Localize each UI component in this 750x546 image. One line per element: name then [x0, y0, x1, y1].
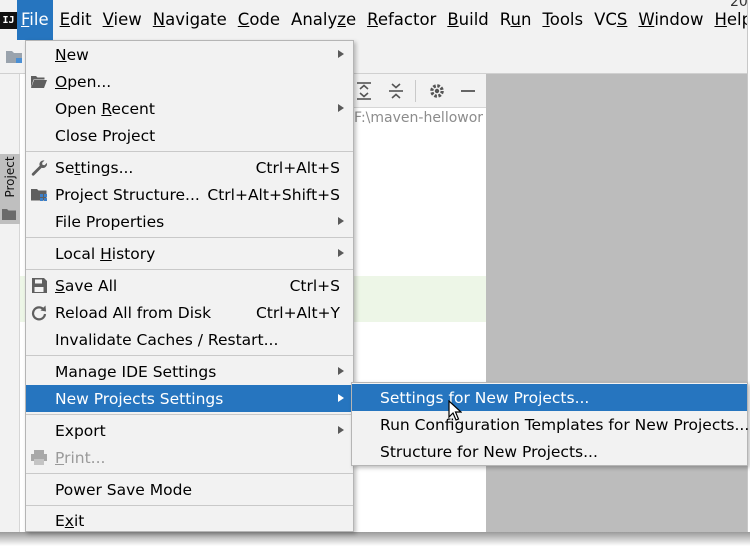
menu-item-export[interactable]: Export	[26, 417, 353, 444]
menu-item-exit[interactable]: Exit	[26, 507, 353, 534]
project-path[interactable]: F:\maven-hellowor	[354, 110, 486, 126]
print-icon	[31, 450, 47, 465]
tool-window-strip: Project	[0, 74, 20, 532]
menu-item-local-history[interactable]: Local History	[26, 240, 353, 267]
menu-separator	[26, 505, 353, 506]
shortcut-reload-all: Ctrl+Alt+Y	[255, 303, 340, 322]
gear-icon[interactable]	[428, 82, 446, 100]
app-logo-icon: IJ	[0, 0, 17, 40]
menu-item-project-structure[interactable]: Project Structure... Ctrl+Alt+Shift+S	[26, 181, 353, 208]
menu-item-new[interactable]: New	[26, 41, 353, 68]
submenu-arrow-icon	[338, 426, 344, 434]
menu-build[interactable]: Build	[443, 0, 492, 40]
folder-icon	[2, 209, 16, 220]
menu-separator	[26, 473, 353, 474]
file-menu-dropdown: New Open... Open Recent Close Project Se…	[25, 40, 354, 532]
menu-item-settings[interactable]: Settings... Ctrl+Alt+S	[26, 154, 353, 181]
menu-refactor[interactable]: Refactor	[363, 0, 440, 40]
menu-separator	[26, 237, 353, 238]
menu-analyze[interactable]: Analyze	[287, 0, 360, 40]
submenu-arrow-icon	[338, 249, 344, 257]
submenu-arrow-icon	[338, 217, 344, 225]
menu-item-power-save-mode[interactable]: Power Save Mode	[26, 476, 353, 503]
submenu-item-settings-for-new-projects[interactable]: Settings for New Projects...	[352, 384, 747, 411]
menu-item-save-all[interactable]: Save All Ctrl+S	[26, 272, 353, 299]
menu-file[interactable]: File	[17, 0, 53, 40]
menu-separator	[26, 355, 353, 356]
menu-run[interactable]: Run	[496, 0, 536, 40]
menu-item-open[interactable]: Open...	[26, 68, 353, 95]
wrench-icon	[31, 160, 48, 176]
menu-item-reload-all[interactable]: Reload All from Disk Ctrl+Alt+Y	[26, 299, 353, 326]
menu-item-manage-ide-settings[interactable]: Manage IDE Settings	[26, 358, 353, 385]
menu-edit[interactable]: Edit	[56, 0, 96, 40]
shortcut-project-structure: Ctrl+Alt+Shift+S	[207, 185, 340, 204]
corner-text: 20	[730, 0, 748, 10]
submenu-arrow-icon	[338, 50, 344, 58]
reload-icon	[31, 305, 47, 321]
menu-item-new-projects-settings[interactable]: New Projects Settings	[26, 385, 353, 412]
menu-tools[interactable]: Tools	[538, 0, 587, 40]
submenu-arrow-icon	[338, 104, 344, 112]
menu-item-print: Print...	[26, 444, 353, 471]
project-panel-toolbar	[354, 74, 486, 108]
save-icon	[32, 278, 47, 293]
shortcut-save-all: Ctrl+S	[289, 276, 340, 295]
menu-separator	[26, 151, 353, 152]
new-projects-settings-submenu: Settings for New Projects... Run Configu…	[351, 382, 749, 466]
menu-item-open-recent[interactable]: Open Recent	[26, 95, 353, 122]
menu-navigate[interactable]: Navigate	[149, 0, 231, 40]
menu-bar: IJ File Edit View Navigate Code Analyze …	[0, 0, 747, 40]
menu-item-invalidate-caches[interactable]: Invalidate Caches / Restart...	[26, 326, 353, 353]
project-folder-icon[interactable]	[5, 48, 23, 64]
menu-separator	[26, 414, 353, 415]
toolbar-divider	[415, 80, 416, 102]
submenu-item-run-configuration-templates[interactable]: Run Configuration Templates for New Proj…	[352, 411, 749, 438]
mouse-cursor-icon	[448, 400, 462, 421]
shortcut-settings: Ctrl+Alt+S	[255, 158, 340, 177]
window-shadow	[0, 532, 750, 546]
menu-window[interactable]: Window	[634, 0, 707, 40]
hide-panel-icon[interactable]	[460, 82, 476, 100]
menu-vcs[interactable]: VCS	[590, 0, 631, 40]
menu-separator	[26, 269, 353, 270]
submenu-arrow-icon	[338, 394, 344, 402]
project-structure-icon	[31, 189, 47, 201]
project-tool-tab-label: Project	[3, 156, 17, 198]
submenu-arrow-icon	[338, 367, 344, 375]
menu-code[interactable]: Code	[234, 0, 284, 40]
menu-item-file-properties[interactable]: File Properties	[26, 208, 353, 235]
menu-view[interactable]: View	[99, 0, 146, 40]
submenu-item-structure-for-new-projects[interactable]: Structure for New Projects...	[352, 438, 747, 465]
menu-item-close-project[interactable]: Close Project	[26, 122, 353, 149]
folder-open-icon	[31, 76, 47, 88]
expand-all-icon[interactable]	[356, 82, 372, 100]
collapse-all-icon[interactable]	[388, 82, 404, 100]
